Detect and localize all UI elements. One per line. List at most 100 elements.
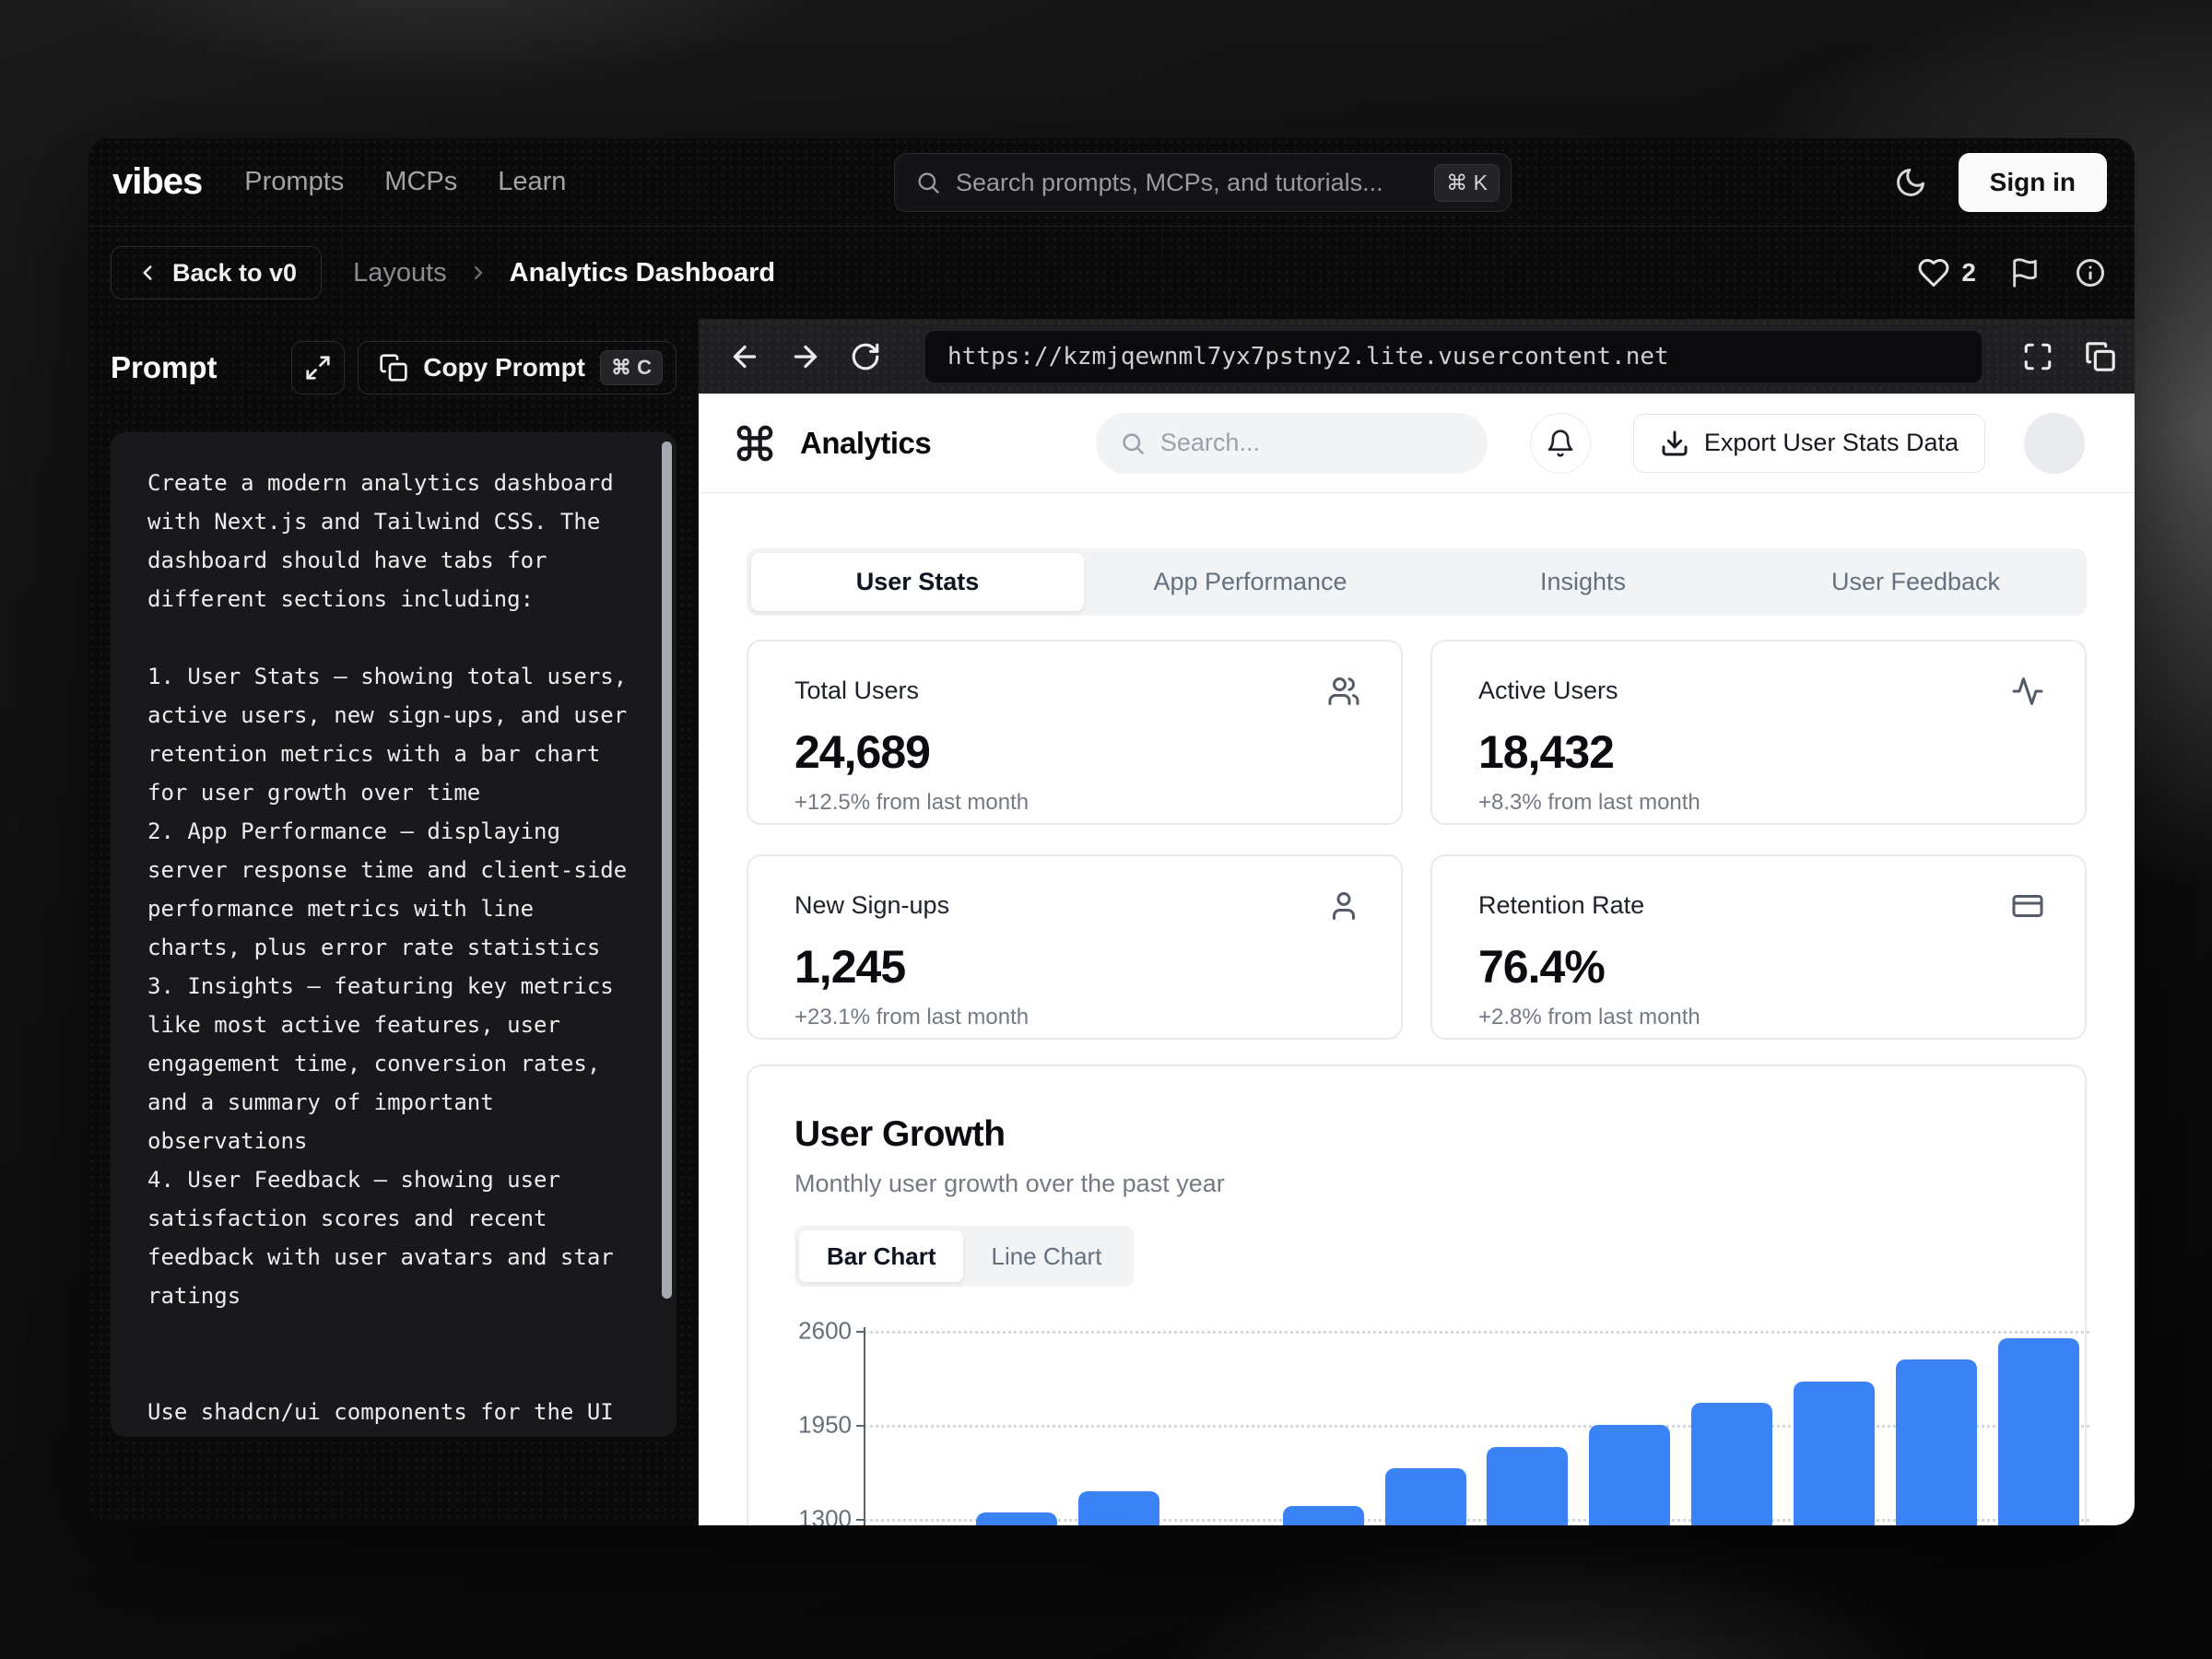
stat-value: 24,689 xyxy=(794,725,1359,779)
bar-Jun[interactable] xyxy=(1385,1468,1466,1525)
global-search-input[interactable]: Search prompts, MCPs, and tutorials... ⌘… xyxy=(894,153,1512,212)
tab-insights[interactable]: Insights xyxy=(1417,553,1749,611)
breadcrumb-page-title: Analytics Dashboard xyxy=(510,258,775,288)
expand-prompt-button[interactable] xyxy=(291,341,345,394)
stat-cards-row-1: Total Users 24,689 +12.5% from last month A… xyxy=(747,640,2087,825)
activity-icon xyxy=(2011,675,2044,708)
bell-icon xyxy=(1546,429,1575,458)
breadcrumb: Layouts Analytics Dashboard xyxy=(353,258,775,288)
stat-value: 18,432 xyxy=(1478,725,2042,779)
url-bar[interactable]: https://kzmjqewnml7yx7pstny2.lite.vuserc… xyxy=(925,331,1982,382)
y-axis-tickmark xyxy=(856,1331,864,1333)
back-to-v0-button[interactable]: Back to v0 xyxy=(111,246,322,300)
copy-prompt-button[interactable]: Copy Prompt ⌘ C xyxy=(358,341,677,394)
bar-Mar[interactable] xyxy=(1078,1491,1159,1525)
preview-content: Analytics Search... Export User Stats Da… xyxy=(699,394,2135,1525)
browser-chrome: https://kzmjqewnml7yx7pstny2.lite.vuserc… xyxy=(699,319,2135,394)
stat-label: New Sign-ups xyxy=(794,891,1359,920)
gridline-1950 xyxy=(864,1425,2089,1428)
stat-label: Active Users xyxy=(1478,677,2042,705)
dark-mode-moon-icon[interactable] xyxy=(1894,166,1927,199)
bar-Jul[interactable] xyxy=(1487,1447,1568,1525)
fullscreen-icon[interactable] xyxy=(2022,341,2053,372)
nav-link-prompts[interactable]: Prompts xyxy=(244,167,344,197)
vibes-app-window: vibes Prompts MCPs Learn Search prompts, M… xyxy=(88,138,2135,1525)
tab-app-performance[interactable]: App Performance xyxy=(1084,553,1417,611)
toggle-line-chart[interactable]: Line Chart xyxy=(963,1230,1129,1282)
tab-user-feedback[interactable]: User Feedback xyxy=(1749,553,2082,611)
back-button-label: Back to v0 xyxy=(172,259,297,288)
app-title: Analytics xyxy=(800,426,931,461)
y-axis-tick-2600: 2600 xyxy=(759,1317,852,1346)
vibes-logo[interactable]: vibes xyxy=(112,161,202,203)
dashboard-main: User StatsApp PerformanceInsightsUser Fe… xyxy=(699,493,2135,1525)
maximize-icon xyxy=(304,354,332,382)
stat-cards-row-2: New Sign-ups1,245+23.1% from last monthR… xyxy=(747,854,2087,1040)
user-avatar[interactable] xyxy=(2024,413,2085,474)
browser-forward-icon[interactable] xyxy=(789,340,822,373)
y-axis-line xyxy=(864,1327,865,1525)
credit-card-icon xyxy=(2011,889,2044,923)
stat-change: +12.5% from last month xyxy=(794,790,1359,816)
bar-Dec[interactable] xyxy=(1998,1338,2079,1525)
chevron-left-icon xyxy=(135,261,159,285)
bar-Nov[interactable] xyxy=(1896,1359,1977,1525)
stat-card-new-sign-ups: New Sign-ups1,245+23.1% from last month xyxy=(747,854,1403,1040)
copy-prompt-label: Copy Prompt xyxy=(423,353,585,382)
notifications-button[interactable] xyxy=(1530,413,1591,474)
search-icon xyxy=(1120,430,1146,456)
breadcrumb-bar: Back to v0 Layouts Analytics Dashboard 2 xyxy=(88,227,2135,319)
tab-user-stats[interactable]: User Stats xyxy=(751,553,1084,611)
copy-icon xyxy=(379,353,408,382)
like-control[interactable]: 2 xyxy=(1917,256,1976,289)
browser-back-icon[interactable] xyxy=(728,340,761,373)
copy-shortcut-badge: ⌘ C xyxy=(600,350,663,385)
stat-change: +2.8% from last month xyxy=(1478,1005,2042,1030)
nav-link-learn[interactable]: Learn xyxy=(498,167,566,197)
url-text: https://kzmjqewnml7yx7pstny2.lite.vuserc… xyxy=(947,343,1669,371)
flag-icon[interactable] xyxy=(2009,257,2041,288)
growth-title: User Growth xyxy=(794,1114,2085,1155)
bar-Feb[interactable] xyxy=(976,1512,1057,1525)
prompt-text: Create a modern analytics dashboard with… xyxy=(147,464,634,1437)
stat-label: Total Users xyxy=(794,677,1359,705)
growth-subtitle: Monthly user growth over the past year xyxy=(794,1170,2085,1198)
app-search-placeholder: Search... xyxy=(1160,429,1260,457)
info-icon[interactable] xyxy=(2074,256,2107,289)
users-icon xyxy=(1327,675,1360,708)
user-growth-card: User Growth Monthly user growth over the… xyxy=(747,1065,2087,1525)
nav-link-mcps[interactable]: MCPs xyxy=(384,167,457,197)
bar-May[interactable] xyxy=(1283,1506,1364,1525)
breadcrumb-section[interactable]: Layouts xyxy=(353,258,447,288)
desktop-background: vibes Prompts MCPs Learn Search prompts, M… xyxy=(0,0,2212,1659)
bar-Oct[interactable] xyxy=(1794,1382,1875,1525)
user-icon xyxy=(1327,889,1360,923)
global-search-placeholder: Search prompts, MCPs, and tutorials... xyxy=(956,169,1419,197)
y-axis-tickmark xyxy=(856,1519,864,1521)
export-button-label: Export User Stats Data xyxy=(1704,429,1959,457)
export-user-stats-button[interactable]: Export User Stats Data xyxy=(1633,414,1985,473)
command-logo-icon xyxy=(734,422,776,465)
toggle-bar-chart[interactable]: Bar Chart xyxy=(799,1230,963,1282)
y-axis-tick-1300: 1300 xyxy=(759,1505,852,1526)
nav-links: Prompts MCPs Learn xyxy=(244,167,566,197)
analytics-header: Analytics Search... Export User Stats Da… xyxy=(699,394,2135,493)
sign-in-button[interactable]: Sign in xyxy=(1959,153,2107,212)
open-in-new-tab-icon[interactable] xyxy=(2085,341,2116,372)
search-shortcut-badge: ⌘ K xyxy=(1434,164,1500,202)
app-search-input[interactable]: Search... xyxy=(1096,413,1488,474)
prompt-scrollbar[interactable] xyxy=(662,441,672,1299)
dashboard-tabs: User StatsApp PerformanceInsightsUser Fe… xyxy=(747,548,2087,616)
top-nav: vibes Prompts MCPs Learn Search prompts, M… xyxy=(88,138,2135,227)
search-icon xyxy=(915,170,941,195)
bar-Sep[interactable] xyxy=(1691,1403,1772,1525)
stat-card-active-users: Active Users18,432+8.3% from last month xyxy=(1430,640,2087,825)
y-axis-tick-1950: 1950 xyxy=(759,1411,852,1440)
browser-refresh-icon[interactable] xyxy=(850,341,881,372)
preview-panel: https://kzmjqewnml7yx7pstny2.lite.vuserc… xyxy=(699,319,2135,1525)
bar-Aug[interactable] xyxy=(1589,1425,1670,1525)
prompt-text-card[interactable]: Create a modern analytics dashboard with… xyxy=(111,432,677,1437)
stat-card-retention-rate: Retention Rate76.4%+2.8% from last month xyxy=(1430,854,2087,1040)
stat-label: Retention Rate xyxy=(1478,891,2042,920)
gridline-2600 xyxy=(864,1331,2089,1334)
